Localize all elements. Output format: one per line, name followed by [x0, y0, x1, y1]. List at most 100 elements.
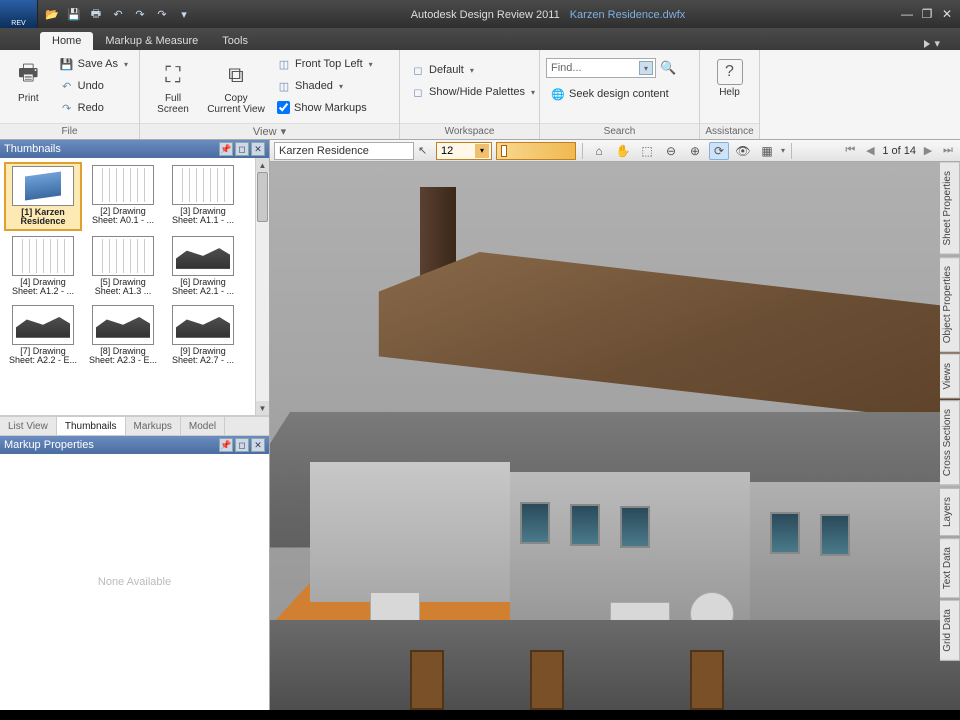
thumbnails-scrollbar[interactable]: ▲ ▼ [255, 158, 269, 415]
ribbon-panel-view: ⛶ Full Screen ⧉ Copy Current View ◫Front… [140, 50, 400, 139]
qat-dropdown-icon[interactable]: ▾ [176, 6, 192, 22]
panel-label-view[interactable]: View ▾ [140, 123, 399, 139]
3d-viewport[interactable]: Sheet PropertiesObject PropertiesViewsCr… [270, 162, 960, 710]
thumbnail-item[interactable]: [6] Drawing Sheet: A2.1 - ... [164, 233, 242, 300]
last-page-button[interactable]: ⏭ [940, 143, 956, 159]
palette-close-button[interactable]: ✕ [251, 142, 265, 156]
zoom-slider[interactable] [496, 142, 576, 160]
print-button[interactable]: 🖶 Print [6, 54, 51, 109]
right-tab-sheet-properties[interactable]: Sheet Properties [940, 162, 960, 255]
seek-button[interactable]: 🌐Seek design content [546, 84, 676, 104]
right-tab-object-properties[interactable]: Object Properties [940, 257, 960, 352]
chevron-down-icon[interactable]: ▾ [639, 61, 653, 75]
scroll-thumb[interactable] [257, 172, 268, 222]
fullscreen-icon: ⛶ [157, 59, 189, 91]
chevron-down-icon[interactable]: ▾ [781, 146, 785, 155]
thumbnail-item[interactable]: [3] Drawing Sheet: A1.1 - ... [164, 162, 242, 231]
show-markups-toggle[interactable]: Show Markups [272, 98, 378, 117]
next-page-button[interactable]: ▶ [920, 143, 936, 159]
full-screen-label: Full Screen [149, 93, 197, 115]
file-name: Karzen Residence.dwfx [570, 9, 686, 21]
look-button[interactable]: 👁 [733, 142, 753, 160]
model-door [410, 650, 444, 710]
model-lower-floor [270, 620, 960, 710]
restore-button[interactable]: ❐ [918, 6, 936, 22]
thumbnail-item[interactable]: [7] Drawing Sheet: A2.2 - E... [4, 302, 82, 369]
palette-pin-button[interactable]: 📌 [219, 142, 233, 156]
scroll-up-icon[interactable]: ▲ [256, 158, 269, 172]
thumbnail-item[interactable]: [1] Karzen Residence [4, 162, 82, 231]
markup-properties-label: Markup Properties [4, 439, 94, 451]
tab-tools[interactable]: Tools [210, 32, 260, 50]
help-label: Help [719, 87, 740, 98]
palette-window-button[interactable]: ◻ [235, 142, 249, 156]
qat-print-icon[interactable]: 🖶 [88, 6, 104, 22]
workspace-default-button[interactable]: ◻Default▾ [406, 60, 540, 80]
qat-undo-icon[interactable]: ↶ [110, 6, 126, 22]
palette-pin-button[interactable]: 📌 [219, 438, 233, 452]
thumbnail-item[interactable]: [5] Drawing Sheet: A1.3 ... [84, 233, 162, 300]
qat-save-icon[interactable]: 💾 [66, 6, 82, 22]
help-icon: ? [717, 59, 743, 85]
copy-current-view-button[interactable]: ⧉ Copy Current View [204, 54, 268, 120]
qat-plot-icon[interactable]: ↷ [154, 6, 170, 22]
thumbnail-item[interactable]: [9] Drawing Sheet: A2.7 - ... [164, 302, 242, 369]
minimize-button[interactable]: — [898, 6, 916, 22]
tab-thumbnails[interactable]: Thumbnails [57, 417, 126, 435]
first-page-button[interactable]: ⏮ [842, 143, 858, 159]
markup-properties-body: None Available [0, 454, 269, 710]
pointer-icon[interactable]: ↖ [418, 144, 432, 157]
app-menu-button[interactable]: REV [0, 0, 38, 28]
palette-close-button[interactable]: ✕ [251, 438, 265, 452]
right-tab-layers[interactable]: Layers [940, 488, 960, 536]
shaded-icon: ◫ [277, 79, 291, 93]
tab-model[interactable]: Model [181, 417, 225, 435]
redo-button[interactable]: ↷Redo [55, 98, 133, 118]
shaded-button[interactable]: ◫Shaded▾ [272, 76, 378, 96]
right-tab-grid-data[interactable]: Grid Data [940, 600, 960, 661]
ribbon-panel-assistance: ? Help Assistance [700, 50, 760, 139]
show-markups-checkbox[interactable] [277, 101, 290, 114]
right-tab-views[interactable]: Views [940, 354, 960, 399]
prev-page-button[interactable]: ◀ [862, 143, 878, 159]
find-combo[interactable]: Find...▾ [546, 58, 656, 78]
tab-list-view[interactable]: List View [0, 417, 57, 435]
right-tab-text-data[interactable]: Text Data [940, 538, 960, 598]
home-view-button[interactable]: ⌂ [589, 142, 609, 160]
qat-open-icon[interactable]: 📂 [44, 6, 60, 22]
right-tab-cross-sections[interactable]: Cross Sections [940, 400, 960, 485]
model-window [520, 502, 550, 544]
undo-button[interactable]: ↶Undo [55, 76, 133, 96]
close-button[interactable]: ✕ [938, 6, 956, 22]
palette-window-button[interactable]: ◻ [235, 438, 249, 452]
chevron-down-icon[interactable]: ▾ [475, 144, 489, 158]
binoculars-icon[interactable]: 🔍 [660, 60, 676, 76]
tab-markup-measure[interactable]: Markup & Measure [93, 32, 210, 50]
tab-home[interactable]: Home [40, 32, 93, 50]
model-window [620, 506, 650, 548]
zoom-in-button[interactable]: ⊕ [685, 142, 705, 160]
help-button[interactable]: ? Help [706, 54, 753, 103]
zoom-rect-button[interactable]: ⬚ [637, 142, 657, 160]
front-top-left-button[interactable]: ◫Front Top Left▾ [272, 54, 378, 74]
infocenter-button[interactable]: ▾ [924, 37, 960, 50]
show-hide-palettes-button[interactable]: ◻Show/Hide Palettes▾ [406, 82, 540, 102]
thumbnail-label: [9] Drawing Sheet: A2.7 - ... [167, 347, 239, 366]
save-as-button[interactable]: 💾Save As▾ [55, 54, 133, 74]
zoom-out-button[interactable]: ⊖ [661, 142, 681, 160]
section-button[interactable]: ▦ [757, 142, 777, 160]
orbit-button[interactable]: ⟳ [709, 142, 729, 160]
qat-redo-icon[interactable]: ↷ [132, 6, 148, 22]
pan-button[interactable]: ✋ [613, 142, 633, 160]
thumbnail-item[interactable]: [2] Drawing Sheet: A0.1 - ... [84, 162, 162, 231]
zoom-combo[interactable]: 12▾ [436, 142, 492, 160]
thumbnail-item[interactable]: [4] Drawing Sheet: A1.2 - ... [4, 233, 82, 300]
left-palettes: Thumbnails 📌 ◻ ✕ [1] Karzen Residence[2]… [0, 140, 270, 710]
scroll-down-icon[interactable]: ▼ [256, 401, 269, 415]
thumbnail-item[interactable]: [8] Drawing Sheet: A2.3 - E... [84, 302, 162, 369]
model-wall [310, 462, 510, 602]
full-screen-button[interactable]: ⛶ Full Screen [146, 54, 200, 120]
tab-markups[interactable]: Markups [126, 417, 181, 435]
document-combo[interactable]: Karzen Residence [274, 142, 414, 160]
zoom-slider-handle[interactable] [501, 145, 507, 157]
